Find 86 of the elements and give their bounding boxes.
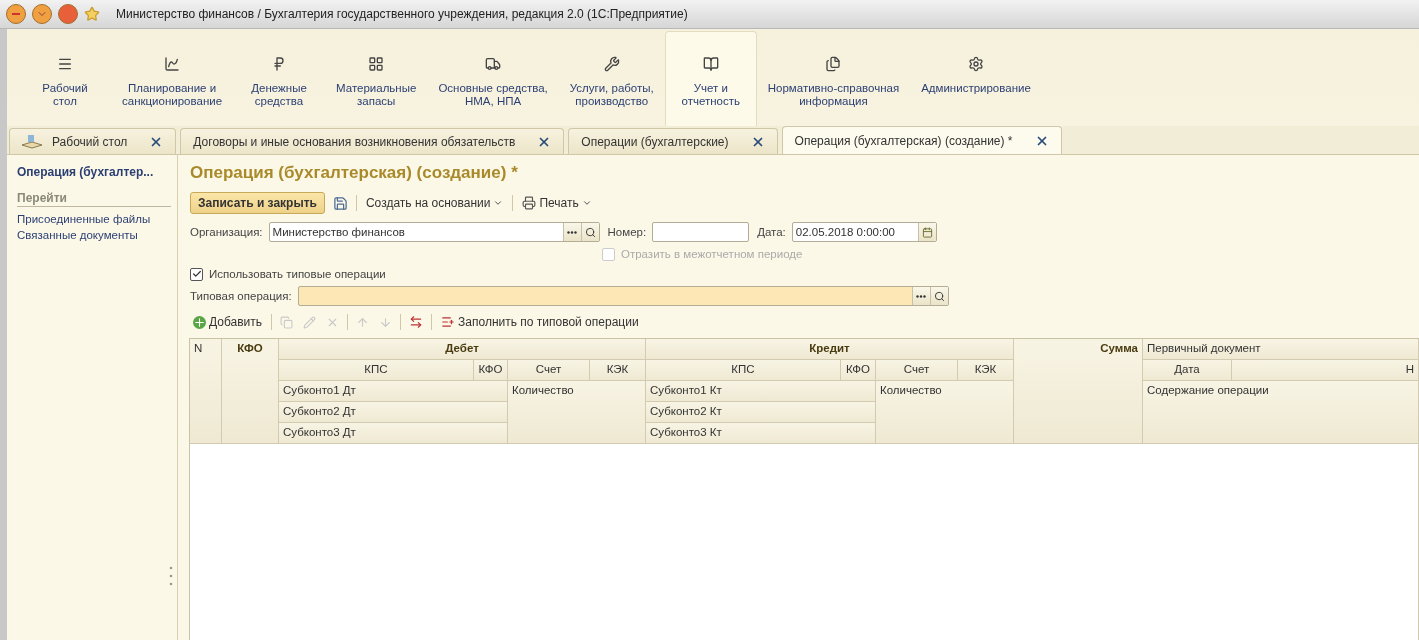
tab[interactable]: Операция (бухгалтерская) (создание) * [781, 126, 1062, 154]
sidebar-link[interactable]: Присоединенные файлы [17, 213, 177, 225]
menu-icon [57, 56, 73, 72]
column-header: Дебет [279, 339, 646, 360]
desk-icon [20, 132, 44, 151]
add-button[interactable]: Добавить [190, 312, 266, 332]
close-icon[interactable] [58, 4, 78, 24]
column-header: Субконто1 Кт [646, 381, 876, 402]
column-header: Сумма [1014, 339, 1143, 444]
search-icon [933, 290, 945, 302]
section-button[interactable]: Денежные средства [233, 29, 326, 126]
column-header: Субконто3 Кт [646, 423, 876, 444]
column-header: Н [1232, 360, 1419, 381]
column-header: Первичный документ [1143, 339, 1419, 360]
column-header: КПС [646, 360, 841, 381]
documents-icon [825, 56, 842, 72]
column-header: КЭК [958, 360, 1014, 381]
tab[interactable]: Договоры и иные основания возникновения обязательств [180, 128, 565, 154]
column-header: N [190, 339, 222, 444]
settings-icon [967, 56, 984, 72]
checkbox[interactable] [190, 267, 203, 281]
column-header: Количество [876, 381, 1014, 444]
section-button[interactable]: Материальные запасы [325, 29, 428, 126]
sidebar-title: Операция (бухгалтер... [17, 165, 155, 179]
chart-icon [164, 56, 180, 72]
calendar-button[interactable] [917, 223, 936, 241]
plus-icon [193, 315, 206, 329]
section-button[interactable]: Услуги, работы, производство [558, 29, 665, 126]
fill-from-template-button[interactable]: Заполнить по типовой операции [438, 312, 642, 332]
date-field[interactable]: 02.05.2018 0:00:00 [791, 222, 937, 242]
dropdown-icon[interactable] [32, 4, 52, 24]
typical-operation-field[interactable] [297, 286, 949, 306]
column-header: Счет [876, 360, 958, 381]
window-title: Министерство финансов / Бухгалтерия государственного учреждения, редакция 2.0 (1С:Предприятие) [116, 7, 688, 21]
form-title: Операция (бухгалтерская) (создание) * [190, 163, 519, 183]
wrench-icon [603, 56, 620, 72]
column-header: КФО [474, 360, 508, 381]
column-header: Кредит [646, 339, 1014, 360]
create-based-on-button[interactable]: Создать на основании [362, 193, 507, 213]
column-header: Субконто2 Дт [279, 402, 508, 423]
book-icon [702, 56, 719, 72]
ellipsis-icon [567, 230, 578, 234]
select-button[interactable] [911, 287, 930, 305]
column-header: КФО [222, 339, 279, 444]
tab[interactable]: Рабочий стол [9, 128, 177, 154]
truck-icon [485, 56, 502, 72]
print-button[interactable]: Печать [519, 193, 595, 213]
field-label: Дата: [757, 226, 786, 238]
column-header: КФО [841, 360, 876, 381]
checkbox-label: Использовать типовые операции [209, 268, 386, 280]
organization-field[interactable]: Министерство финансов [268, 222, 600, 242]
list-icon [441, 315, 456, 329]
printer-icon [522, 196, 537, 210]
calendar-icon [921, 226, 933, 238]
column-header: Субконто2 Кт [646, 402, 876, 423]
select-button[interactable] [562, 223, 581, 241]
ellipsis-icon [916, 294, 927, 298]
checkbox-label: Отразить в межотчетном периоде [621, 248, 803, 260]
column-header: Дата [1143, 360, 1232, 381]
grid-icon [368, 56, 385, 72]
favorites-star-icon[interactable] [84, 6, 100, 22]
column-header: КПС [279, 360, 474, 381]
field-label: Номер: [607, 226, 647, 238]
app-logo-icon[interactable] [6, 4, 26, 24]
section-button[interactable]: Администрирование [910, 29, 1042, 126]
section-button[interactable]: Нормативно-справочная информация [756, 29, 911, 126]
number-field[interactable] [652, 222, 750, 242]
field-label: Организация: [190, 226, 263, 238]
caret-icon [581, 198, 592, 208]
section-button[interactable]: Рабочий стол [19, 29, 111, 126]
save-and-close-button[interactable]: Записать и закрыть [190, 192, 325, 214]
section-button[interactable]: Планирование и санкционирование [111, 29, 234, 126]
sidebar-group-header: Перейти [17, 191, 171, 207]
section-button[interactable]: Учет и отчетность [664, 31, 757, 126]
field-label: Типовая операция: [190, 290, 292, 302]
search-icon [584, 226, 596, 238]
caret-icon [493, 198, 504, 208]
column-header: Субконто3 Дт [279, 423, 508, 444]
section-button[interactable]: Основные средства, НМА, НПА [427, 29, 559, 126]
column-header: Субконто1 Дт [279, 381, 508, 402]
sidebar-link[interactable]: Связанные документы [17, 229, 177, 241]
column-header: КЭК [590, 360, 646, 381]
column-header: Содержание операции [1143, 381, 1419, 444]
column-header: Счет [508, 360, 590, 381]
tab[interactable]: Операции (бухгалтерские) [568, 128, 778, 154]
column-header: Количество [508, 381, 646, 444]
